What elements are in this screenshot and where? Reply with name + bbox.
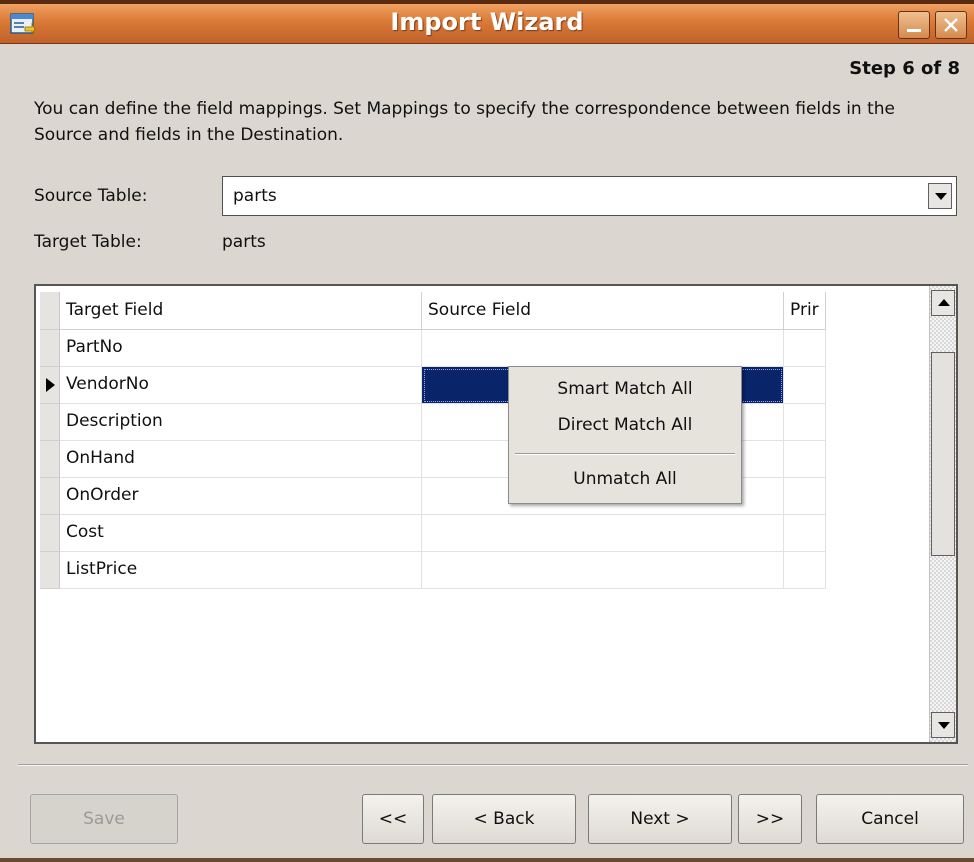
target-table-value: parts — [222, 232, 266, 252]
first-step-button[interactable]: << — [362, 794, 424, 844]
minimize-button[interactable] — [898, 11, 930, 39]
column-header-primary[interactable]: Prir — [784, 292, 826, 330]
primary-key-cell[interactable] — [784, 478, 826, 515]
menu-item-unmatch-all[interactable]: Unmatch All — [509, 469, 741, 489]
row-selector[interactable] — [40, 478, 60, 515]
source-table-select[interactable]: parts — [222, 176, 957, 216]
target-field-cell[interactable]: VendorNo — [60, 367, 422, 404]
chevron-down-icon — [935, 193, 947, 200]
window-bottom-border — [0, 858, 974, 862]
source-table-label: Source Table: — [34, 186, 148, 206]
target-field-cell[interactable]: OnHand — [60, 441, 422, 478]
current-row-arrow-icon — [46, 378, 55, 392]
source-table-dropdown-button[interactable] — [928, 183, 952, 209]
chevron-down-icon — [938, 722, 950, 729]
row-selector-current[interactable] — [40, 367, 60, 404]
target-field-cell[interactable]: PartNo — [60, 330, 422, 367]
target-field-cell[interactable]: Description — [60, 404, 422, 441]
menu-separator — [515, 453, 735, 455]
window-title: Import Wizard — [390, 8, 584, 36]
row-selector[interactable] — [40, 404, 60, 441]
step-indicator: Step 6 of 8 — [849, 58, 960, 79]
next-button[interactable]: Next > — [588, 794, 732, 844]
primary-key-cell[interactable] — [784, 515, 826, 552]
chevron-up-icon — [938, 299, 950, 306]
field-mapping-grid[interactable]: Target Field Source Field Prir PartNo Ve… — [34, 284, 958, 744]
row-selector[interactable] — [40, 441, 60, 478]
grid-vertical-scrollbar[interactable] — [929, 286, 956, 742]
save-button[interactable]: Save — [30, 794, 178, 844]
button-bar-divider — [18, 764, 968, 766]
row-selector[interactable] — [40, 515, 60, 552]
source-field-cell[interactable] — [422, 552, 784, 589]
scroll-down-button[interactable] — [931, 712, 955, 738]
source-table-value: parts — [233, 186, 277, 206]
target-table-label: Target Table: — [34, 232, 142, 252]
primary-key-cell[interactable] — [784, 367, 826, 404]
close-icon — [944, 18, 958, 32]
back-button[interactable]: < Back — [432, 794, 576, 844]
menu-item-smart-match-all[interactable]: Smart Match All — [509, 379, 741, 399]
close-button[interactable] — [935, 11, 967, 39]
window-titlebar[interactable]: Import Wizard — [0, 0, 974, 44]
primary-key-cell[interactable] — [784, 404, 826, 441]
scroll-up-button[interactable] — [931, 290, 955, 316]
primary-key-cell[interactable] — [784, 330, 826, 367]
primary-key-cell[interactable] — [784, 441, 826, 478]
target-field-cell[interactable]: Cost — [60, 515, 422, 552]
header-corner — [40, 292, 60, 330]
source-field-cell[interactable] — [422, 515, 784, 552]
row-selector[interactable] — [40, 330, 60, 367]
target-field-cell[interactable]: OnOrder — [60, 478, 422, 515]
wizard-description: You can define the field mappings. Set M… — [34, 99, 896, 145]
column-header-target-field[interactable]: Target Field — [60, 292, 422, 330]
scrollbar-thumb[interactable] — [931, 352, 955, 556]
primary-key-cell[interactable] — [784, 552, 826, 589]
cancel-button[interactable]: Cancel — [816, 794, 964, 844]
minimize-icon — [907, 29, 921, 32]
target-field-cell[interactable]: ListPrice — [60, 552, 422, 589]
menu-item-direct-match-all[interactable]: Direct Match All — [509, 415, 741, 435]
row-selector[interactable] — [40, 552, 60, 589]
source-field-cell[interactable] — [422, 330, 784, 367]
mapping-context-menu: Smart Match All Direct Match All Unmatch… — [508, 366, 742, 504]
last-step-button[interactable]: >> — [738, 794, 802, 844]
column-header-source-field[interactable]: Source Field — [422, 292, 784, 330]
